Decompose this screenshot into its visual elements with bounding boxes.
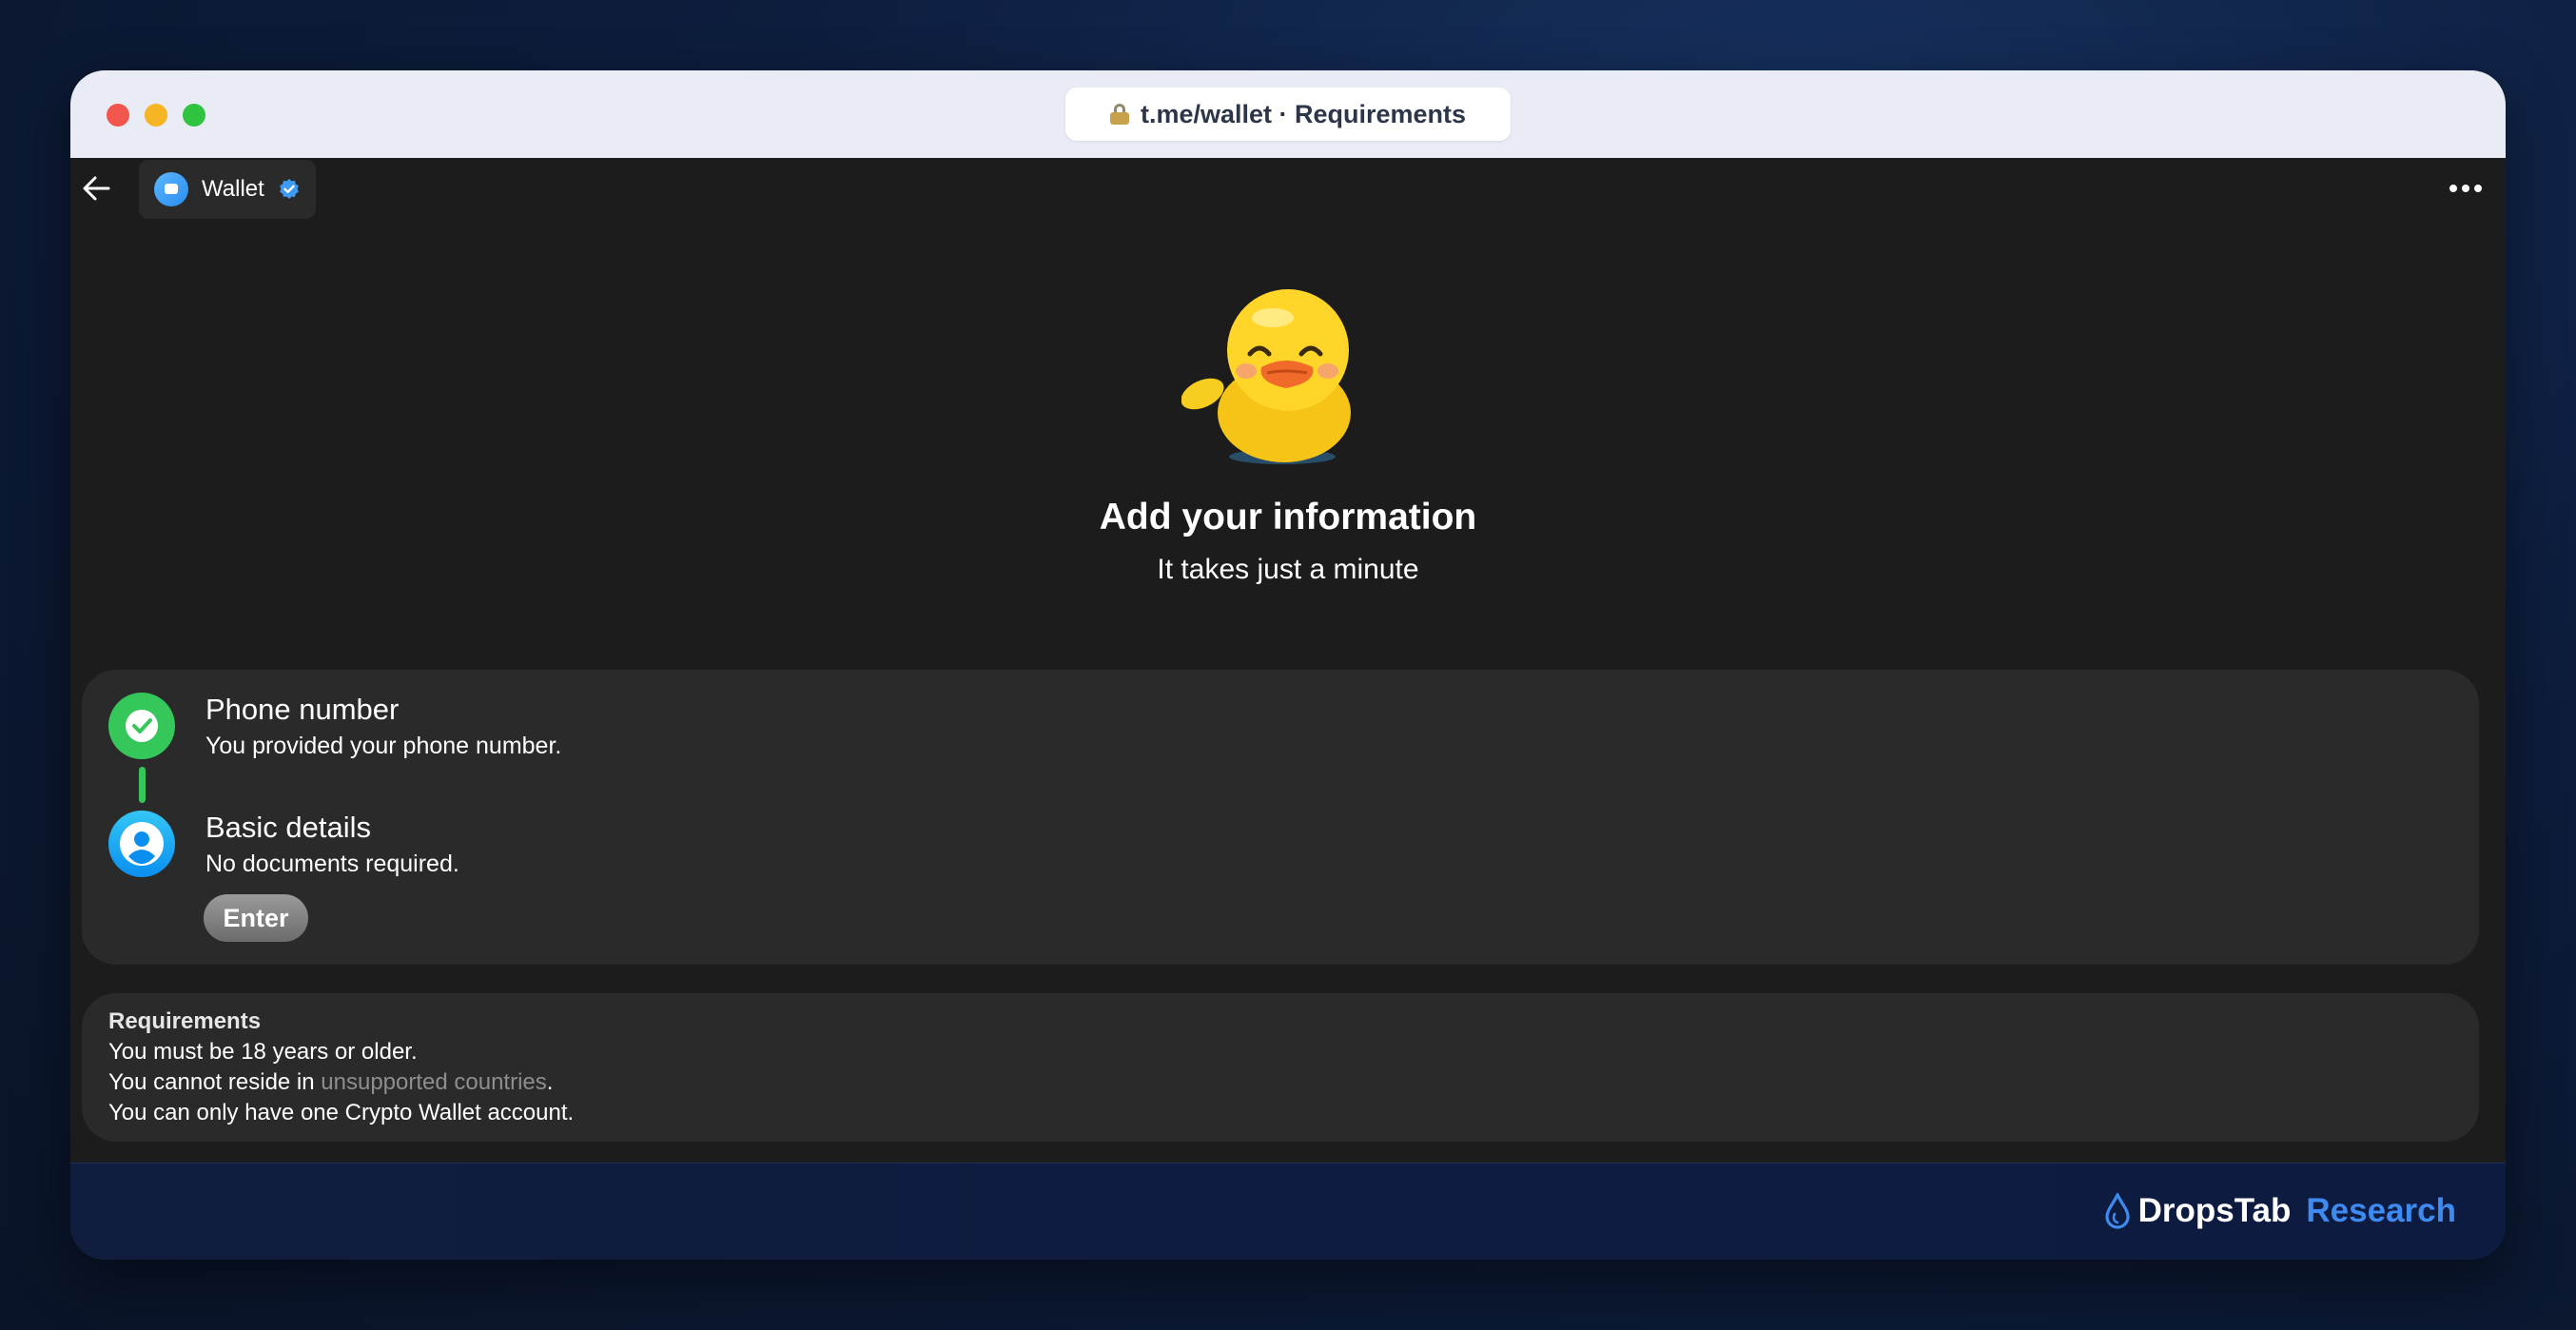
page-title: Add your information [1099,497,1477,538]
requirement-residence-period: . [546,1069,554,1095]
requirement-age: You must be 18 years or older. [108,1039,418,1065]
bot-name: Wallet [202,176,264,202]
maximize-window-button[interactable] [183,104,205,127]
address-bar-text: t.me/wallet · Requirements [1140,99,1467,128]
page-subtitle: It takes just a minute [1157,554,1419,585]
checkmark-icon [108,693,175,759]
footer-banner: DropsTab Research [70,1163,2506,1260]
drop-icon [2105,1193,2130,1229]
hero-section: Add your information It takes just a min… [70,221,2506,734]
step-basic-details-description: No documents required. [205,851,459,877]
address-bar[interactable]: t.me/wallet · Requirements [1065,88,1511,141]
close-window-button[interactable] [107,104,129,127]
brand-secondary-text: Research [2306,1192,2456,1229]
step-phone-title: Phone number [205,693,400,726]
verification-steps-card: Phone number You provided your phone num… [82,670,2479,965]
wallet-logo-icon [154,172,188,206]
browser-titlebar: t.me/wallet · Requirements [70,70,2506,158]
step-basic-details-title: Basic details [205,811,372,844]
duck-sticker-image [1181,289,1351,464]
minimize-window-button[interactable] [145,104,167,127]
requirement-residence-text: You cannot reside in [108,1069,322,1095]
unsupported-countries-link[interactable]: unsupported countries [321,1069,547,1095]
bot-title-chip[interactable]: Wallet [139,160,316,219]
requirement-residence: You cannot reside in unsupported countri… [108,1069,553,1096]
requirement-single-account: You can only have one Crypto Wallet acco… [108,1100,575,1125]
enter-button[interactable]: Enter [204,894,308,942]
browser-window: t.me/wallet · Requirements Wallet Add yo… [70,70,2506,1260]
brand-primary-text: DropsTab [2137,1192,2292,1229]
requirements-title: Requirements [108,1008,262,1034]
app-header: Wallet [70,158,2506,221]
lock-icon [1109,104,1129,125]
verified-badge-icon [279,179,299,199]
requirements-card: Requirements You must be 18 years or old… [82,993,2479,1142]
step-connector [139,767,146,803]
brand-logo: DropsTab Research [2104,1192,2456,1230]
step-phone-description: You provided your phone number. [205,733,562,759]
person-icon [108,811,175,877]
arrow-left-icon[interactable] [80,171,114,205]
more-options-icon[interactable] [2447,177,2485,200]
